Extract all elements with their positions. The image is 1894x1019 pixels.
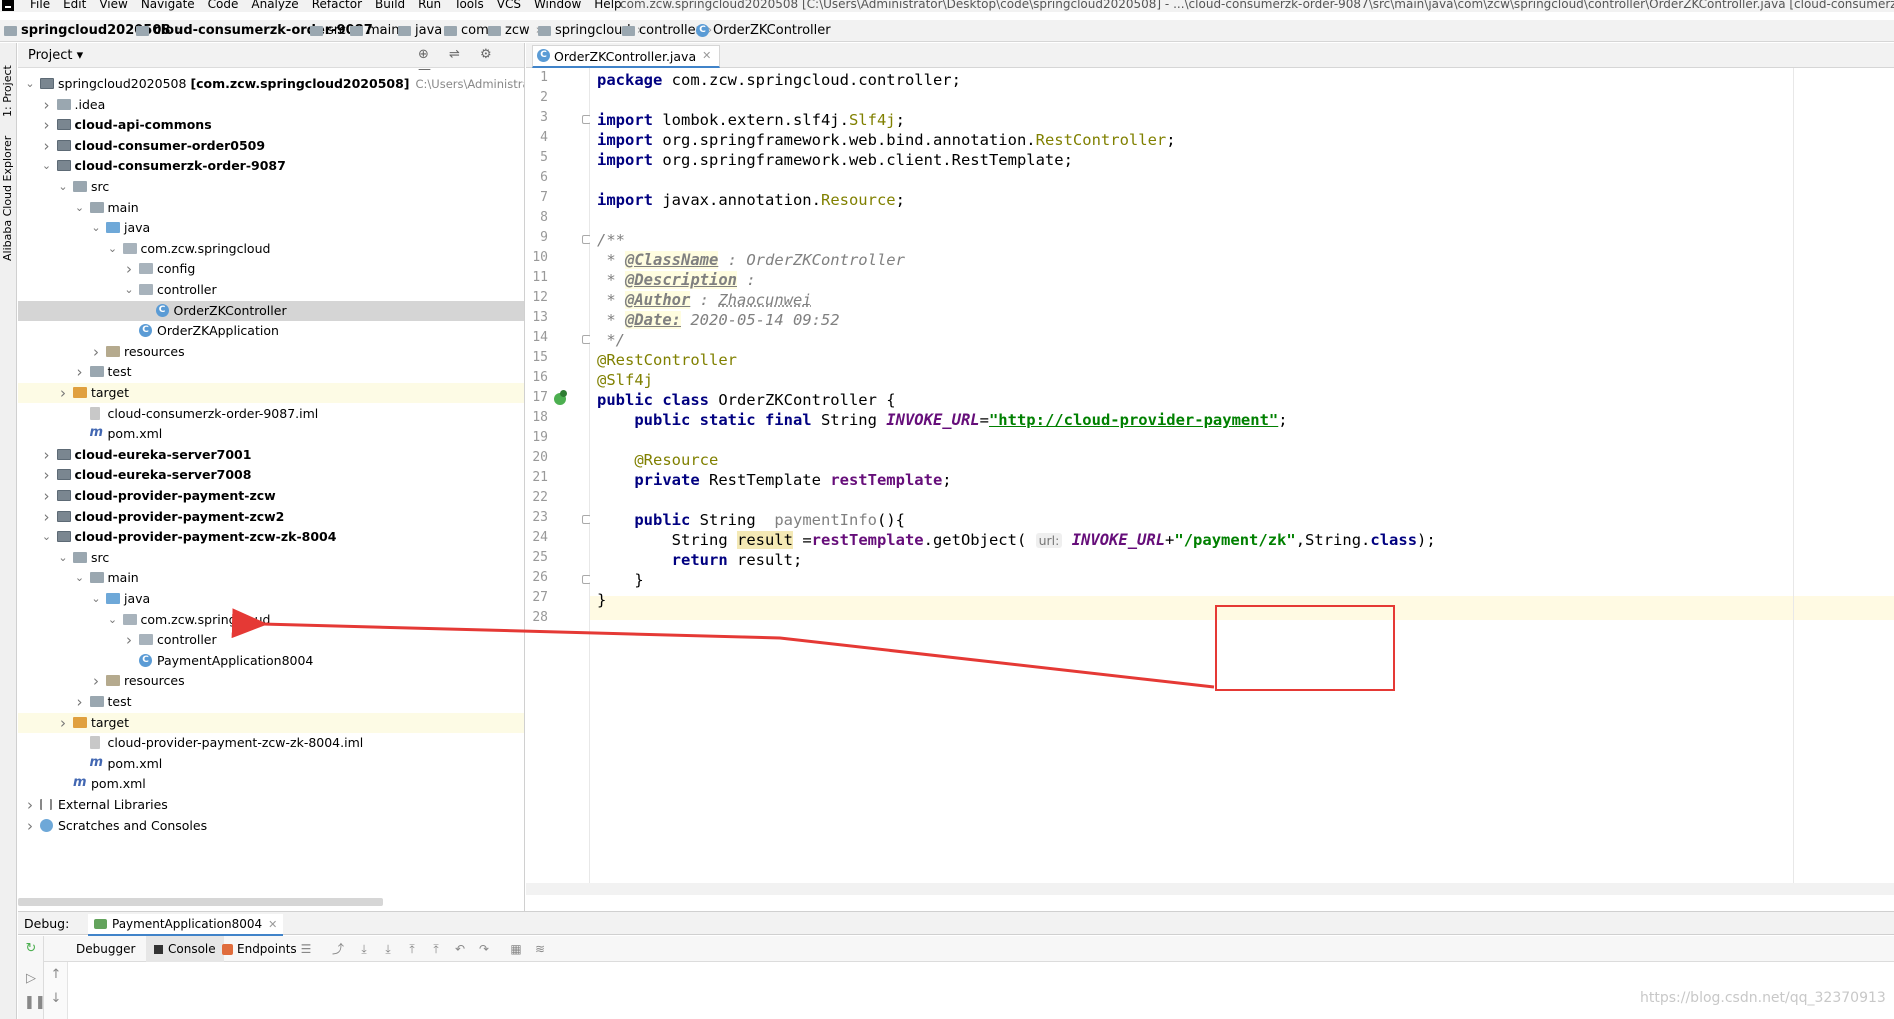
annotation-arrow (231, 608, 1215, 689)
annotation-arrow-line (231, 608, 1215, 689)
